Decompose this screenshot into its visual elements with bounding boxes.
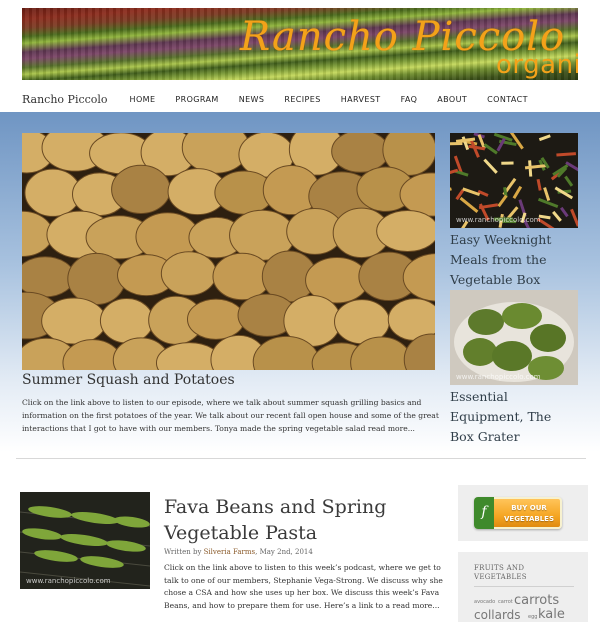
- grater-image: [450, 290, 578, 385]
- post-description: Click on the link above to listen to thi…: [164, 563, 443, 610]
- side-post-2-title[interactable]: Essential Equipment, The Box Grater: [450, 387, 578, 447]
- potato-shape: [111, 164, 171, 214]
- tag-egg[interactable]: egg: [528, 614, 537, 620]
- tag-kale[interactable]: kale: [538, 607, 565, 622]
- featured-description: Click on the link above to listen to our…: [22, 398, 439, 433]
- post-meta-prefix: Written by: [164, 548, 202, 556]
- nav-brand[interactable]: Rancho Piccolo: [22, 93, 108, 106]
- post-title[interactable]: Fava Beans and Spring Vegetable Pasta: [164, 494, 444, 546]
- tags-heading: FRUITS AND VEGETABLES: [474, 564, 527, 581]
- tags-divider: [474, 586, 574, 587]
- side-post-2[interactable]: www.ranchopiccolo.com Essential Equipmen…: [450, 290, 578, 447]
- pasta-piece: [501, 161, 514, 165]
- potato-shape: [22, 256, 75, 298]
- grater-photo[interactable]: www.ranchopiccolo.com: [450, 290, 578, 385]
- side-post-2-watermark: www.ranchopiccolo.com: [456, 373, 541, 381]
- tag-collards[interactable]: collards: [474, 608, 521, 622]
- nav-item-home[interactable]: HOME: [130, 95, 156, 104]
- potato-shape: [67, 252, 126, 305]
- potato-shape: [331, 133, 390, 173]
- nav-item-about[interactable]: ABOUT: [437, 95, 467, 104]
- pasta-piece: [450, 141, 463, 146]
- nav-item-faq[interactable]: FAQ: [401, 95, 418, 104]
- potato-shape: [376, 209, 435, 253]
- fava-beans-photo: [20, 492, 150, 589]
- side-post-1[interactable]: www.ranchopiccolo.com Easy Weeknight Mea…: [450, 133, 578, 290]
- post-watermark: www.ranchopiccolo.com: [26, 577, 111, 585]
- side-post-1-title[interactable]: Easy Weeknight Meals from the Vegetable …: [450, 230, 578, 290]
- nav-item-harvest[interactable]: HARVEST: [341, 95, 381, 104]
- tags-widget: FRUITS AND VEGETABLES avocado carrot car…: [458, 552, 588, 622]
- tag-avocado[interactable]: avocado: [474, 599, 495, 605]
- buy-vegetables-button[interactable]: f BUY OUR VEGETABLES: [474, 497, 562, 529]
- post-meta: Written by Silveria Farms, May 2nd, 2014: [164, 548, 313, 556]
- nav-item-recipes[interactable]: RECIPES: [284, 95, 320, 104]
- header-banner[interactable]: Rancho Piccolo organic: [22, 8, 578, 80]
- tag-carrots[interactable]: carrots: [514, 593, 559, 608]
- pasta-image: [450, 133, 578, 228]
- potato-shape: [160, 251, 217, 296]
- featured-title[interactable]: Summer Squash and Potatoes: [22, 372, 235, 388]
- farm-logo-icon: f: [474, 497, 494, 529]
- main-nav: Rancho Piccolo HOME PROGRAM NEWS RECIPES…: [22, 92, 548, 106]
- side-post-1-watermark: www.ranchopiccolo.com: [456, 216, 541, 224]
- featured-image[interactable]: [22, 133, 435, 370]
- section-divider: [16, 458, 586, 459]
- post-thumbnail[interactable]: www.ranchopiccolo.com: [20, 492, 150, 589]
- potato-shape: [186, 298, 246, 340]
- nav-item-program[interactable]: PROGRAM: [175, 95, 218, 104]
- tag-carrot[interactable]: carrot: [498, 599, 513, 605]
- post-author[interactable]: Silveria Farms: [204, 548, 256, 556]
- post-date: , May 2nd, 2014: [255, 548, 313, 556]
- banner-subtitle: organic: [496, 50, 578, 80]
- nav-item-contact[interactable]: CONTACT: [487, 95, 528, 104]
- buy-widget: f BUY OUR VEGETABLES: [458, 485, 588, 541]
- pasta-photo[interactable]: www.ranchopiccolo.com: [450, 133, 578, 228]
- nav-item-news[interactable]: NEWS: [239, 95, 265, 104]
- potato-shape: [99, 298, 154, 344]
- buy-button-label: BUY OUR VEGETABLES: [504, 504, 554, 523]
- potato-shape: [41, 297, 107, 345]
- potatoes-photo: [22, 133, 435, 370]
